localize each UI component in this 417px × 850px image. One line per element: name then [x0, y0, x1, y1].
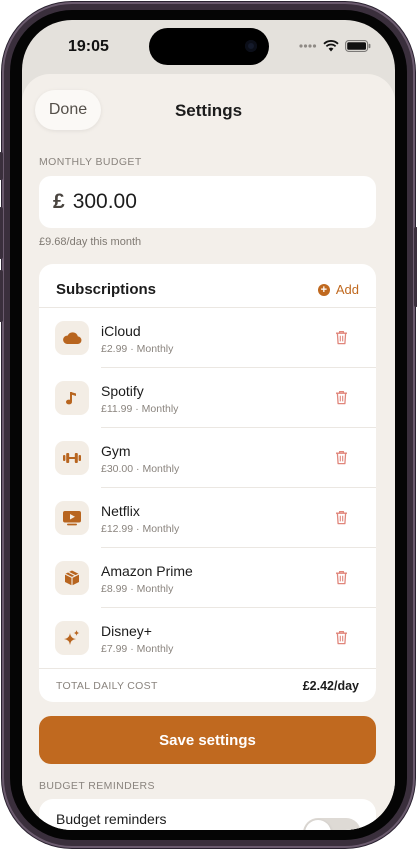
sparkles-icon — [55, 621, 89, 655]
add-label: Add — [335, 282, 359, 297]
volume-down-button — [0, 270, 3, 322]
subscription-meta: £30.00 · Monthly — [101, 463, 180, 475]
status-time: 19:05 — [68, 38, 109, 55]
add-subscription-button[interactable]: + Add — [317, 282, 359, 297]
wifi-icon — [323, 40, 339, 52]
subscription-meta: £2.99 · Monthly — [101, 343, 174, 355]
settings-sheet: Done Settings MONTHLY BUDGET £ 300.00 £9… — [22, 74, 395, 830]
total-daily-cost-label: TOTAL DAILY COST — [56, 680, 158, 692]
trash-icon[interactable] — [335, 450, 348, 465]
play-tv-icon — [55, 501, 89, 535]
subscription-name: Disney+ — [101, 623, 152, 639]
currency-symbol: £ — [53, 190, 65, 213]
subscription-meta: £7.99 · Monthly — [101, 643, 174, 655]
save-settings-button[interactable]: Save settings — [39, 716, 376, 764]
budget-input-field[interactable]: £ 300.00 — [39, 176, 376, 228]
subscription-name: iCloud — [101, 323, 141, 339]
monthly-budget-label: MONTHLY BUDGET — [39, 156, 142, 168]
package-box-icon — [55, 561, 89, 595]
music-note-icon — [55, 381, 89, 415]
subscription-meta: £8.99 · Monthly — [101, 583, 174, 595]
subscription-row[interactable]: Amazon Prime £8.99 · Monthly — [39, 548, 376, 608]
page-title: Settings — [174, 101, 243, 120]
per-day-hint: £9.68/day this month — [39, 236, 142, 248]
subscription-meta: £11.99 · Monthly — [101, 403, 179, 415]
subscriptions-heading: Subscriptions — [56, 281, 157, 298]
status-icons — [299, 40, 371, 52]
subscription-name: Netflix — [101, 503, 140, 519]
subscription-row[interactable]: iCloud £2.99 · Monthly — [39, 308, 376, 368]
status-bar: 19:05 — [22, 20, 395, 74]
subscription-row[interactable]: Disney+ £7.99 · Monthly — [39, 608, 376, 668]
action-button — [0, 152, 3, 180]
trash-icon[interactable] — [335, 330, 348, 345]
budget-reminders-card: Budget reminders — [39, 799, 376, 830]
subscription-row[interactable]: Gym £30.00 · Monthly — [39, 428, 376, 488]
toggle-knob — [305, 820, 331, 830]
subscriptions-card: Subscriptions + Add iCloud £2.99 · Month… — [39, 264, 376, 702]
subscription-row[interactable]: Netflix £12.99 · Monthly — [39, 488, 376, 548]
trash-icon[interactable] — [335, 630, 348, 645]
budget-reminders-label: BUDGET REMINDERS — [39, 780, 155, 792]
camera-icon — [245, 40, 257, 52]
subscription-name: Gym — [101, 443, 131, 459]
trash-icon[interactable] — [335, 390, 348, 405]
subscriptions-header: Subscriptions + Add — [39, 264, 376, 308]
subscription-row[interactable]: Spotify £11.99 · Monthly — [39, 368, 376, 428]
subscription-meta: £12.99 · Monthly — [101, 523, 180, 535]
trash-icon[interactable] — [335, 570, 348, 585]
total-daily-cost-row: TOTAL DAILY COST £2.42/day — [39, 668, 376, 702]
battery-icon — [345, 40, 371, 52]
cellular-signal-icon — [299, 44, 317, 48]
dynamic-island — [149, 28, 269, 65]
volume-up-button — [0, 207, 3, 259]
subscription-name: Amazon Prime — [101, 563, 193, 579]
budget-reminders-toggle-label: Budget reminders — [56, 811, 167, 827]
subscription-name: Spotify — [101, 383, 144, 399]
cloud-icon — [55, 321, 89, 355]
dumbbell-icon — [55, 441, 89, 475]
total-daily-cost-value: £2.42/day — [302, 679, 359, 693]
screen: 19:05 Done Settings MONTHLY BUDGET £ 300… — [22, 20, 395, 830]
budget-reminders-toggle[interactable] — [303, 818, 361, 830]
trash-icon[interactable] — [335, 510, 348, 525]
plus-circle-icon: + — [317, 283, 330, 296]
budget-amount[interactable]: 300.00 — [73, 190, 137, 214]
